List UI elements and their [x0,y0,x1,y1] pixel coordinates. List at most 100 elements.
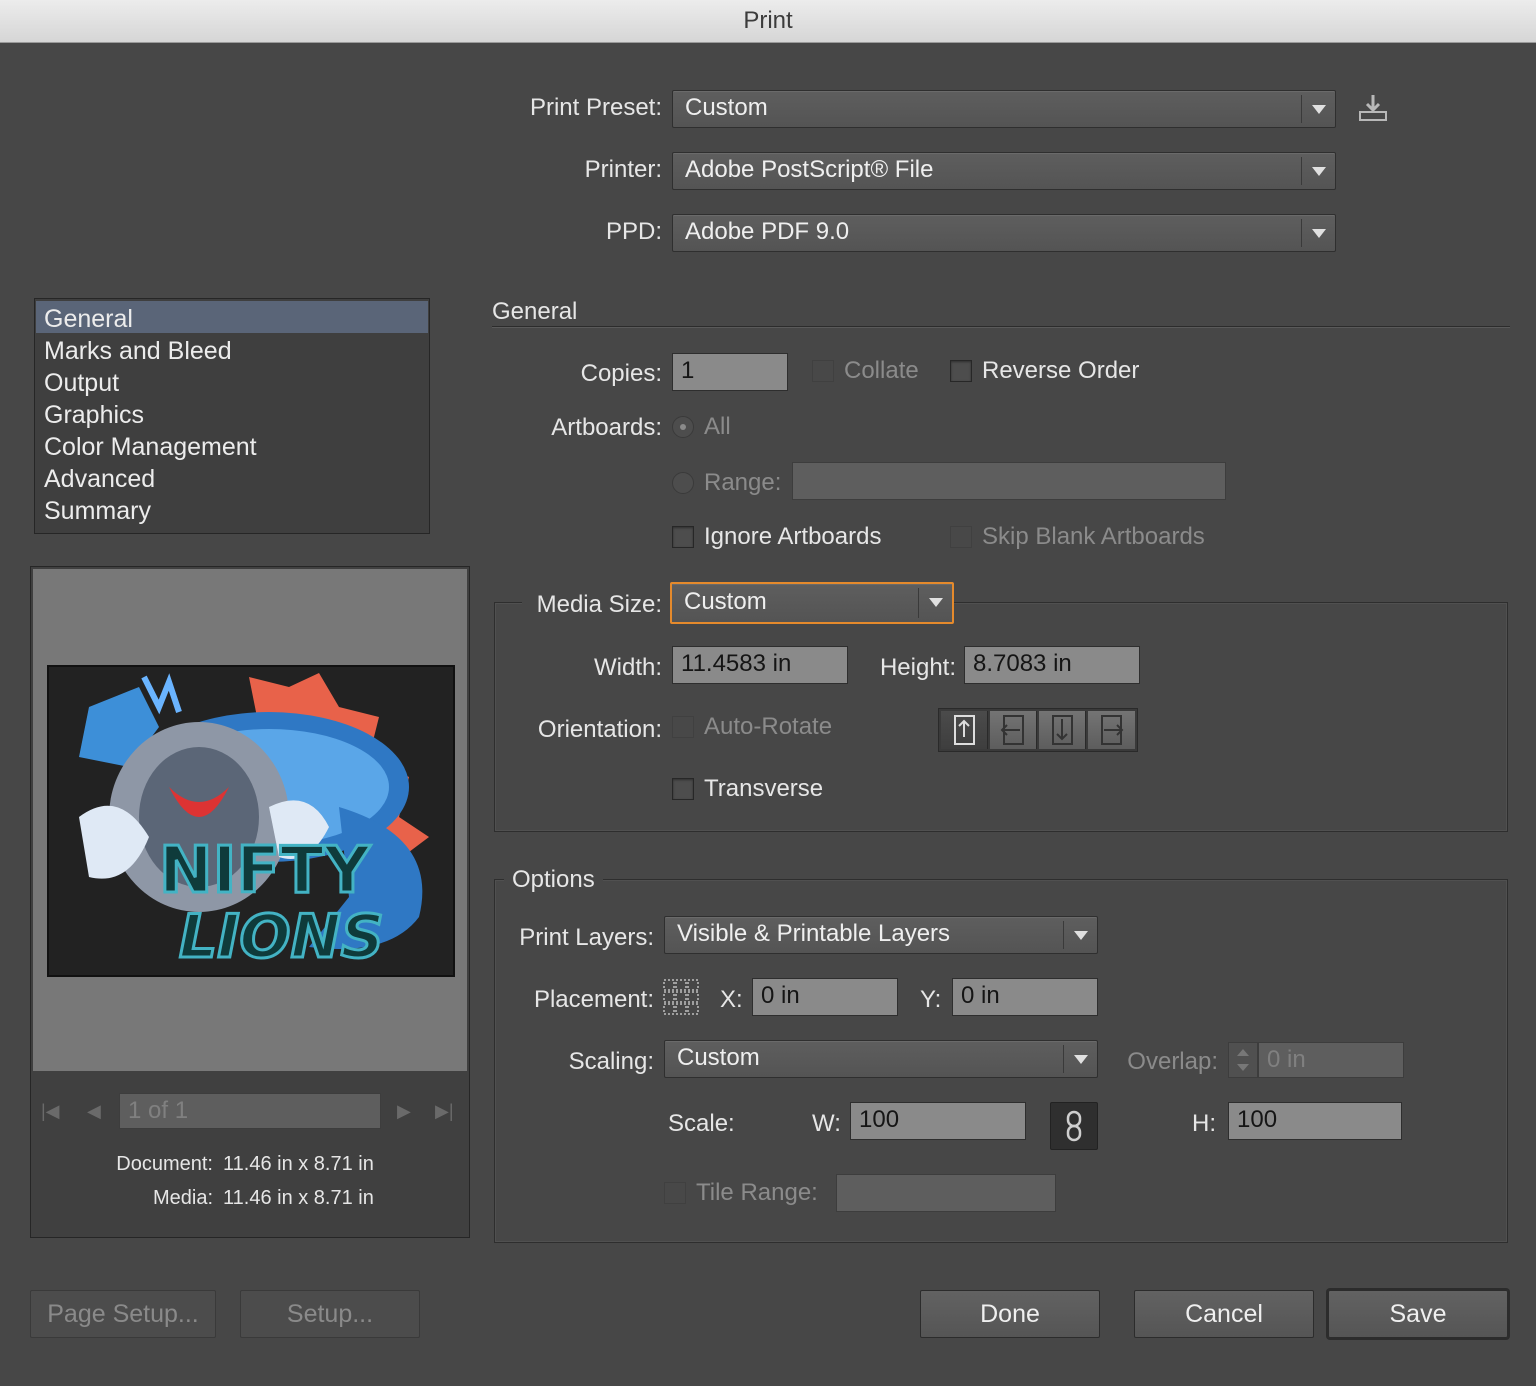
media-size-label: Media Size: [536,591,662,618]
x-label: X: [720,986,743,1013]
tile-range-checkbox[interactable] [664,1182,686,1204]
tile-range-input[interactable] [836,1174,1056,1212]
scale-w-input[interactable]: 100 [850,1102,1026,1140]
document-size-label: Document: [116,1153,213,1175]
options-heading: Options [504,866,603,894]
artwork-text-nifty: NIFTY [159,834,371,908]
last-page-icon[interactable]: ▶| [435,1101,454,1122]
placement-label: Placement: [533,986,654,1013]
x-input[interactable]: 0 in [752,978,898,1016]
ppd-value: Adobe PDF 9.0 [685,218,850,245]
chain-link-icon [1066,1110,1082,1142]
ppd-select[interactable]: Adobe PDF 9.0 [672,214,1336,252]
overlap-input[interactable]: 0 in [1258,1042,1404,1078]
landscape-icon [1000,715,1024,745]
sidebar-item-advanced[interactable]: Advanced [36,461,428,493]
document-size-value: 11.46 in x 8.71 in [223,1153,374,1175]
reverse-order-checkbox[interactable] [950,360,972,382]
tile-range-label: Tile Range: [696,1179,818,1206]
overlap-label: Overlap: [1127,1048,1218,1075]
artwork-text-lions: LIONS [179,902,384,972]
general-divider [492,326,1510,327]
auto-rotate-label: Auto-Rotate [704,713,833,740]
artboards-range-radio[interactable] [672,472,694,494]
general-heading: General [492,298,578,325]
scale-label: Scale: [668,1110,735,1137]
sidebar-item-summary[interactable]: Summary [36,493,428,525]
sidebar-item-graphics[interactable]: Graphics [36,397,428,429]
printer-select[interactable]: Adobe PostScript® File [672,152,1336,190]
overlap-stepper[interactable] [1228,1042,1258,1078]
reverse-landscape-icon [1101,715,1124,745]
scaling-value: Custom [677,1044,760,1071]
save-preset-icon[interactable] [1356,92,1390,124]
constrain-proportions-button[interactable] [1050,1102,1098,1150]
chevron-down-icon [918,588,952,618]
chevron-down-icon [1301,157,1335,185]
copies-input[interactable]: 1 [672,353,788,391]
width-label: Width: [593,654,662,681]
printer-value: Adobe PostScript® File [685,156,934,183]
range-input[interactable] [792,462,1226,500]
category-list: General Marks and Bleed Output Graphics … [34,298,430,534]
ignore-artboards-label: Ignore Artboards [704,523,882,550]
transverse-checkbox[interactable] [672,778,694,800]
ppd-label: PPD: [605,218,662,245]
scale-h-label: H: [1192,1110,1216,1137]
page-setup-button[interactable]: Page Setup... [30,1290,216,1338]
orientation-label: Orientation: [537,716,662,743]
collate-label: Collate [844,357,919,384]
media-size-value: Custom [684,588,767,615]
chevron-down-icon [1301,219,1335,247]
stepper-arrows-icon [1237,1049,1249,1071]
skip-blank-artboards-checkbox[interactable] [950,526,972,548]
ignore-artboards-checkbox[interactable] [672,526,694,548]
skip-blank-artboards-label: Skip Blank Artboards [982,523,1205,550]
artboards-range-label: Range: [704,469,782,496]
width-input[interactable]: 11.4583 in [672,646,848,684]
auto-rotate-checkbox[interactable] [672,716,694,738]
reverse-landscape-button[interactable] [1088,711,1135,749]
setup-button[interactable]: Setup... [240,1290,420,1338]
next-page-icon[interactable]: ▶ [397,1101,411,1122]
collate-checkbox[interactable] [812,360,834,382]
height-input[interactable]: 8.7083 in [964,646,1140,684]
landscape-button[interactable] [990,711,1037,749]
sidebar-item-color-management[interactable]: Color Management [36,429,428,461]
page-indicator-field[interactable]: 1 of 1 [119,1093,381,1129]
window-title: Print [0,0,1536,43]
reverse-portrait-icon [1052,715,1073,745]
printer-label: Printer: [584,156,662,183]
chevron-down-icon [1301,95,1335,123]
preview-area[interactable]: NIFTY LIONS [33,569,467,1071]
print-preset-select[interactable]: Custom [672,90,1336,128]
orientation-buttons [938,708,1138,752]
placement-grid-icon[interactable] [662,978,700,1016]
reverse-portrait-button[interactable] [1039,711,1086,749]
cancel-button[interactable]: Cancel [1134,1290,1314,1338]
chevron-down-icon [1063,921,1097,949]
sidebar-item-general[interactable]: General [36,301,428,333]
portrait-button[interactable] [941,711,988,749]
print-preset-label: Print Preset: [529,94,662,121]
media-size-select[interactable]: Custom [670,582,954,624]
copies-label: Copies: [580,360,662,387]
y-input[interactable]: 0 in [952,978,1098,1016]
sidebar-item-marks-and-bleed[interactable]: Marks and Bleed [36,333,428,365]
media-size-label: Media: [152,1187,213,1209]
prev-page-icon[interactable]: ◀ [87,1101,101,1122]
done-button[interactable]: Done [920,1290,1100,1338]
scaling-label: Scaling: [568,1048,654,1075]
portrait-icon [954,715,975,745]
sidebar-item-output[interactable]: Output [36,365,428,397]
height-label: Height: [879,654,956,681]
print-layers-value: Visible & Printable Layers [677,920,951,947]
first-page-icon[interactable]: |◀ [41,1101,60,1122]
print-preset-value: Custom [685,94,768,121]
artwork-thumbnail: NIFTY LIONS [47,665,455,977]
scaling-select[interactable]: Custom [664,1040,1098,1078]
scale-h-input[interactable]: 100 [1228,1102,1402,1140]
artboards-all-radio[interactable] [672,416,694,438]
print-layers-select[interactable]: Visible & Printable Layers [664,916,1098,954]
save-button[interactable]: Save [1328,1290,1508,1338]
